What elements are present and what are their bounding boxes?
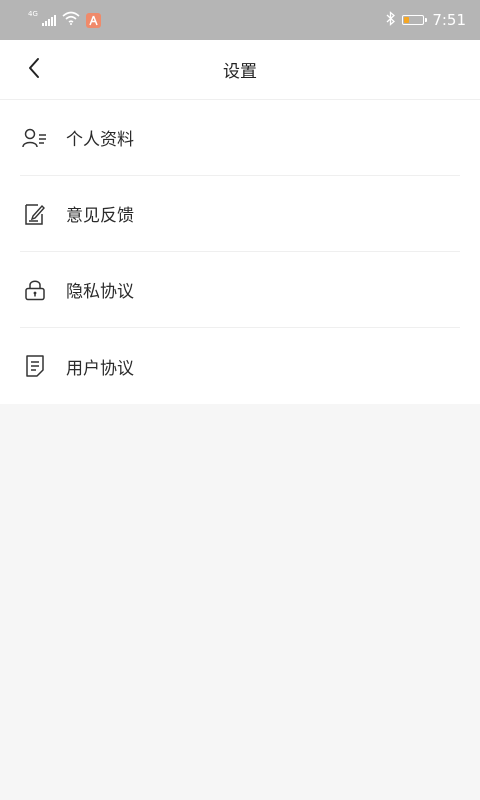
menu-item-user-agreement[interactable]: 用户协议 <box>20 328 460 404</box>
menu-item-label: 个人资料 <box>66 130 134 150</box>
page-title: 设置 <box>223 62 257 82</box>
lock-icon <box>22 277 48 303</box>
menu-item-label: 用户协议 <box>66 358 134 379</box>
battery-icon <box>402 15 428 25</box>
menu-item-label: 隐私协议 <box>66 282 134 302</box>
menu-item-profile[interactable]: 个人资料 <box>20 100 460 176</box>
status-bar-left: 4G <box>28 10 101 29</box>
network-type-label: 4G <box>28 10 38 18</box>
status-time: 7:51 <box>432 11 466 29</box>
feedback-icon <box>22 201 48 227</box>
settings-menu: 个人资料 意见反馈 隐私协议 用户协议 <box>0 100 480 404</box>
app-notification-icon <box>85 12 101 28</box>
menu-item-privacy[interactable]: 隐私协议 <box>20 252 460 328</box>
bluetooth-icon <box>386 10 396 30</box>
back-button[interactable] <box>16 52 52 88</box>
menu-item-label: 意见反馈 <box>66 206 134 226</box>
status-bar-right: 7:51 <box>386 10 466 30</box>
wifi-icon <box>62 11 80 29</box>
document-icon <box>22 353 48 379</box>
header: 设置 <box>0 40 480 100</box>
battery-level <box>404 17 409 23</box>
status-bar: 4G 7:51 <box>0 0 480 40</box>
user-profile-icon <box>22 125 48 151</box>
menu-item-feedback[interactable]: 意见反馈 <box>20 176 460 252</box>
signal-icon <box>41 14 56 26</box>
chevron-left-icon <box>27 57 41 83</box>
